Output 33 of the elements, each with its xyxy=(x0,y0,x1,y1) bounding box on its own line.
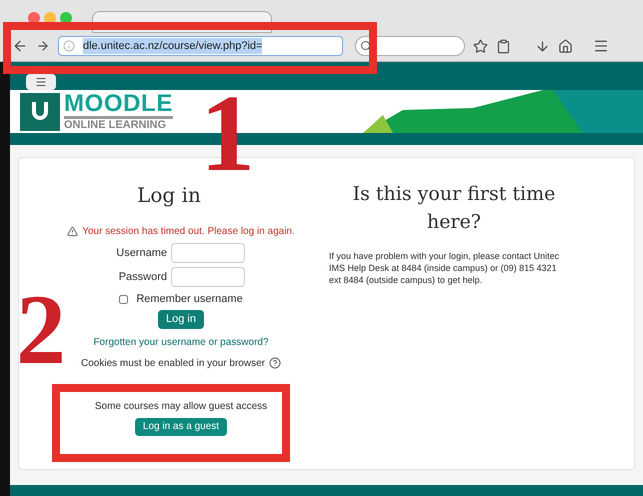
first-time-heading: Is this your first time here? xyxy=(352,182,556,235)
help-text: If you have problem with your login, please contact Unitec IMS Help Desk at 8484 (inside campus) or (09) 815 4321 ext 8484 (outside campus) to get help. xyxy=(329,250,560,286)
star-icon[interactable] xyxy=(473,38,488,54)
warning-icon xyxy=(67,226,78,237)
info-icon xyxy=(63,40,75,52)
search-field[interactable] xyxy=(355,36,465,56)
menu-icon[interactable] xyxy=(593,38,609,54)
login-button[interactable]: Log in xyxy=(158,310,204,328)
guest-note: Some courses may allow guest access xyxy=(94,400,268,414)
annotation-number: 2 xyxy=(16,280,66,380)
help-icon[interactable] xyxy=(268,357,281,369)
menu-icon xyxy=(35,76,47,88)
search-icon xyxy=(360,40,372,52)
menu-button[interactable] xyxy=(26,74,56,90)
back-icon[interactable] xyxy=(12,38,28,54)
timeout-text: Your session has timed out. Please log in again. xyxy=(82,225,295,239)
login-heading: Log in xyxy=(137,182,201,209)
field-label: Username xyxy=(115,246,167,261)
logo-title: MOODLE xyxy=(64,92,173,116)
cookies-note: Cookies must be enabled in your browser xyxy=(81,356,265,370)
forgot-link[interactable]: Forgotten your username or password? xyxy=(93,334,269,350)
logo-icon xyxy=(20,92,60,130)
input-field[interactable] xyxy=(171,267,245,287)
home-icon[interactable] xyxy=(558,38,573,54)
field-label: Password xyxy=(118,270,167,285)
address-bar[interactable]: dle.unitec.ac.nz/course/view.php?id= xyxy=(58,36,343,56)
remember-checkbox[interactable] xyxy=(119,294,128,304)
download-icon[interactable] xyxy=(535,38,550,54)
forward-icon[interactable] xyxy=(36,39,50,53)
guest-login-button[interactable]: Log in as a guest xyxy=(134,418,228,436)
input-field[interactable] xyxy=(171,243,245,263)
clipboard-icon[interactable] xyxy=(496,38,511,54)
remember-label: Remember username xyxy=(136,292,243,307)
